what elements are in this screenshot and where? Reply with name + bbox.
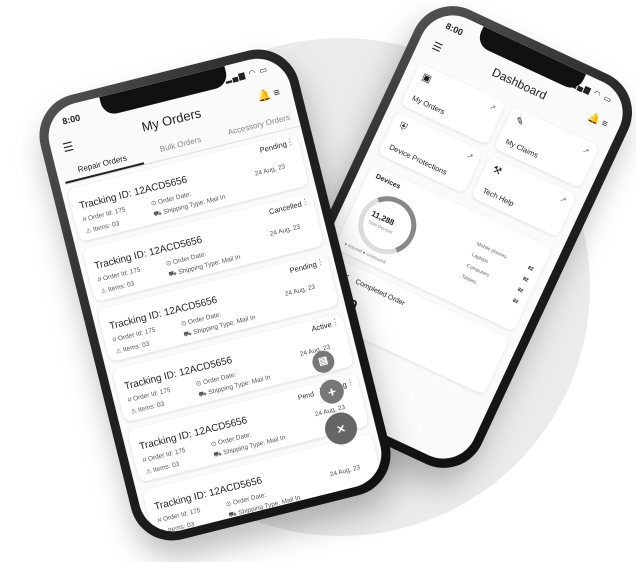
order-date: 24 Aug, 23: [329, 464, 361, 479]
status-badge: Active: [310, 319, 333, 334]
tile-label: Device Protections: [387, 142, 449, 177]
status-badge: Cancelled: [268, 199, 303, 217]
tile-label: Tech Help: [481, 185, 516, 209]
status-time: 8:00: [61, 112, 82, 127]
more-icon[interactable]: ⋮: [330, 317, 340, 328]
arrow-icon: ↗: [581, 145, 591, 157]
arrow-icon: ↗: [487, 101, 498, 113]
status-icons: ▂▄▆ ◠ ▭: [224, 64, 269, 84]
tile-label: My Claims: [504, 136, 540, 160]
status-badge: Pending: [288, 259, 318, 276]
more-icon[interactable]: ⋮: [285, 136, 295, 147]
order-date: 24 Aug, 23: [269, 223, 301, 238]
protection-icon: ⛨: [397, 120, 409, 134]
orders-icon: ▣: [420, 71, 434, 86]
tile-label: My Orders: [410, 93, 447, 117]
more-icon[interactable]: ⋮: [315, 257, 325, 268]
arrow-icon: ↗: [464, 150, 475, 162]
more-icon[interactable]: ⋮: [345, 377, 355, 388]
tech-help-icon: ⚒: [490, 164, 504, 178]
claims-icon: ✎: [513, 115, 526, 129]
completed-label: Completed Order: [354, 278, 406, 308]
arrow-icon: ↗: [558, 194, 569, 206]
devices-title: Devices: [374, 173, 402, 191]
status-badge: Pending: [258, 139, 288, 155]
devices-list: Mobile phones 82 Laptops 82 Computers 82 Ta…: [459, 238, 535, 308]
more-icon[interactable]: ⋮: [300, 197, 310, 208]
order-date: 24 Aug, 23: [254, 163, 286, 178]
order-date: 24 Aug, 23: [284, 283, 316, 298]
status-time: 8:00: [444, 20, 465, 38]
